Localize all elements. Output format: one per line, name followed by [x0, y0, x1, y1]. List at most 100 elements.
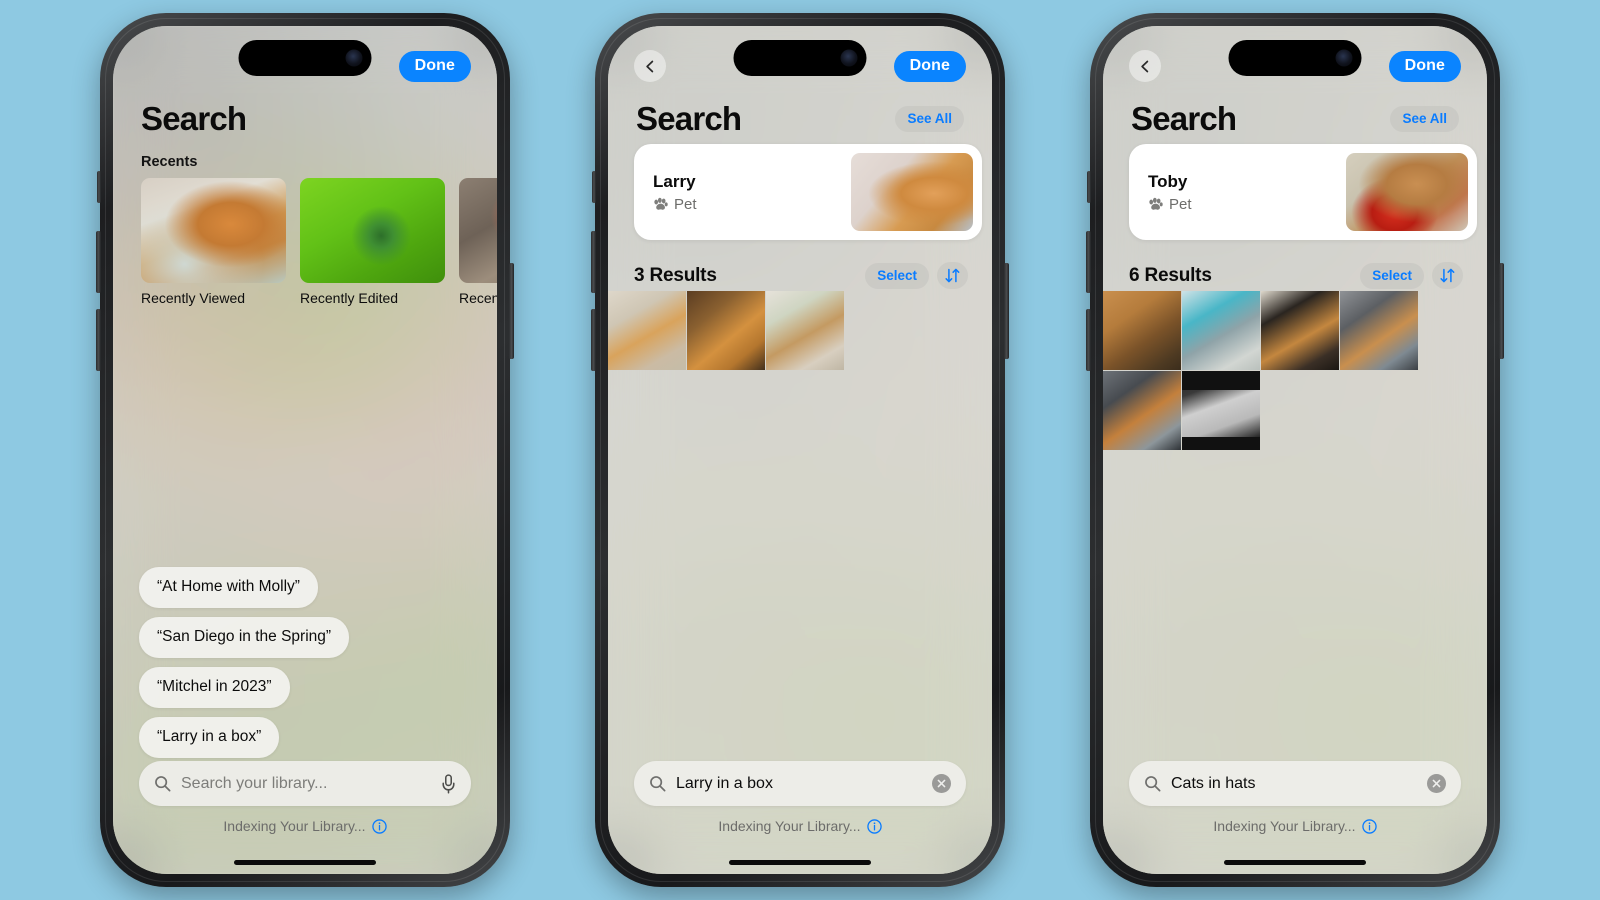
- front-camera-icon: [345, 49, 363, 67]
- search-icon: [649, 775, 666, 792]
- search-bar[interactable]: Larry in a box: [634, 761, 966, 806]
- result-photo[interactable]: [1182, 291, 1260, 370]
- select-button[interactable]: Select: [865, 262, 929, 289]
- pet-card[interactable]: Larry Pet: [634, 144, 982, 240]
- search-input[interactable]: Larry in a box: [676, 775, 922, 793]
- home-indicator[interactable]: [234, 860, 376, 865]
- paw-print-icon: [653, 197, 668, 211]
- done-button[interactable]: Done: [893, 50, 966, 82]
- home-indicator[interactable]: [729, 860, 871, 865]
- power-button[interactable]: [1004, 263, 1009, 359]
- suggestion-chip[interactable]: “Larry in a box”: [139, 717, 280, 758]
- phone-device-1: Done Search Recents Recently Viewed Rece…: [96, 13, 514, 887]
- see-all-button[interactable]: See All: [1390, 106, 1459, 132]
- indexing-status: Indexing Your Library...: [1103, 818, 1487, 834]
- suggestion-chip[interactable]: “San Diego in the Spring”: [139, 617, 350, 658]
- dynamic-island: [238, 40, 372, 76]
- search-bar[interactable]: Search your library...: [139, 761, 471, 806]
- pet-card-strip: Toby Pet: [1103, 144, 1487, 240]
- header-row: Search: [113, 100, 497, 138]
- search-icon: [154, 775, 171, 792]
- page-title: Search: [1131, 100, 1237, 137]
- phone-screen-2: Done Search See All Larry Pet 3 Results …: [608, 26, 992, 874]
- done-button[interactable]: Done: [398, 50, 471, 82]
- result-photo[interactable]: [1103, 371, 1181, 450]
- mute-switch[interactable]: [1087, 171, 1091, 203]
- mute-switch[interactable]: [592, 171, 596, 203]
- header-row: Search See All: [1103, 100, 1487, 138]
- recents-item-recently-edited[interactable]: Recently Edited: [300, 178, 445, 307]
- info-icon[interactable]: [371, 818, 387, 834]
- sort-arrows-icon[interactable]: [937, 262, 968, 289]
- pet-name: Larry: [653, 171, 696, 191]
- pet-card-info: Toby Pet: [1148, 172, 1346, 213]
- indexing-status-label: Indexing Your Library...: [223, 818, 366, 834]
- recents-item-recently-viewed[interactable]: Recently Viewed: [141, 178, 286, 307]
- done-button[interactable]: Done: [1388, 50, 1461, 82]
- results-grid: [608, 291, 992, 370]
- mute-switch[interactable]: [97, 171, 101, 203]
- result-photo[interactable]: [1261, 291, 1339, 370]
- search-input[interactable]: Search your library...: [181, 775, 431, 793]
- results-grid: [1103, 291, 1487, 450]
- volume-down-button[interactable]: [96, 309, 101, 371]
- page-title: Search: [141, 100, 247, 137]
- home-indicator[interactable]: [1224, 860, 1366, 865]
- volume-down-button[interactable]: [591, 309, 596, 371]
- dynamic-island: [1228, 40, 1362, 76]
- result-photo[interactable]: [608, 291, 686, 370]
- result-photo[interactable]: [687, 291, 765, 370]
- recents-row: Recently Viewed Recently Edited Recently…: [141, 178, 497, 307]
- dynamic-island: [733, 40, 867, 76]
- search-suggestions: “At Home with Molly” “San Diego in the S…: [139, 567, 350, 758]
- suggestion-chip[interactable]: “At Home with Molly”: [139, 567, 318, 608]
- power-button[interactable]: [509, 263, 514, 359]
- header-row: Search See All: [608, 100, 992, 138]
- result-photo[interactable]: [1103, 291, 1181, 370]
- phone-screen-3: Done Search See All Toby Pet 6 Results S…: [1103, 26, 1487, 874]
- phone-screen-1: Done Search Recents Recently Viewed Rece…: [113, 26, 497, 874]
- results-header: 3 Results Select: [608, 262, 992, 289]
- microphone-icon[interactable]: [441, 773, 456, 794]
- volume-up-button[interactable]: [96, 231, 101, 293]
- recents-item-recently-shared[interactable]: Recently Shared: [459, 178, 497, 307]
- pet-photo: [1346, 153, 1468, 231]
- back-button[interactable]: [634, 50, 666, 82]
- pet-photo: [851, 153, 973, 231]
- result-photo[interactable]: [1182, 371, 1260, 450]
- suggestion-chip[interactable]: “Mitchel in 2023”: [139, 667, 290, 708]
- volume-down-button[interactable]: [1086, 309, 1091, 371]
- phone-device-2: Done Search See All Larry Pet 3 Results …: [591, 13, 1009, 887]
- clear-search-icon[interactable]: [932, 774, 951, 793]
- sort-arrows-icon[interactable]: [1432, 262, 1463, 289]
- pet-kind-label: Pet: [674, 195, 697, 213]
- results-count: 6 Results: [1129, 264, 1212, 286]
- info-icon[interactable]: [866, 818, 882, 834]
- search-input[interactable]: Cats in hats: [1171, 775, 1417, 793]
- pet-name: Toby: [1148, 171, 1188, 191]
- volume-up-button[interactable]: [1086, 231, 1091, 293]
- volume-up-button[interactable]: [591, 231, 596, 293]
- select-button[interactable]: Select: [1360, 262, 1424, 289]
- power-button[interactable]: [1499, 263, 1504, 359]
- pet-card[interactable]: Toby Pet: [1129, 144, 1477, 240]
- pet-card-strip: Larry Pet: [608, 144, 992, 240]
- recents-thumbnail: [300, 178, 445, 283]
- recents-section-label: Recents: [141, 154, 198, 170]
- results-header: 6 Results Select: [1103, 262, 1487, 289]
- front-camera-icon: [1335, 49, 1353, 67]
- result-photo[interactable]: [1340, 291, 1418, 370]
- search-bar[interactable]: Cats in hats: [1129, 761, 1461, 806]
- pet-kind-row: Pet: [1148, 196, 1346, 213]
- indexing-status-label: Indexing Your Library...: [1213, 818, 1356, 834]
- pet-kind-label: Pet: [1169, 195, 1192, 213]
- back-button[interactable]: [1129, 50, 1161, 82]
- recents-item-label: Recently Viewed: [141, 290, 246, 306]
- info-icon[interactable]: [1361, 818, 1377, 834]
- search-icon: [1144, 775, 1161, 792]
- result-photo[interactable]: [766, 291, 844, 370]
- see-all-button[interactable]: See All: [895, 106, 964, 132]
- clear-search-icon[interactable]: [1427, 774, 1446, 793]
- recents-thumbnail: [141, 178, 286, 283]
- pet-card-info: Larry Pet: [653, 172, 851, 213]
